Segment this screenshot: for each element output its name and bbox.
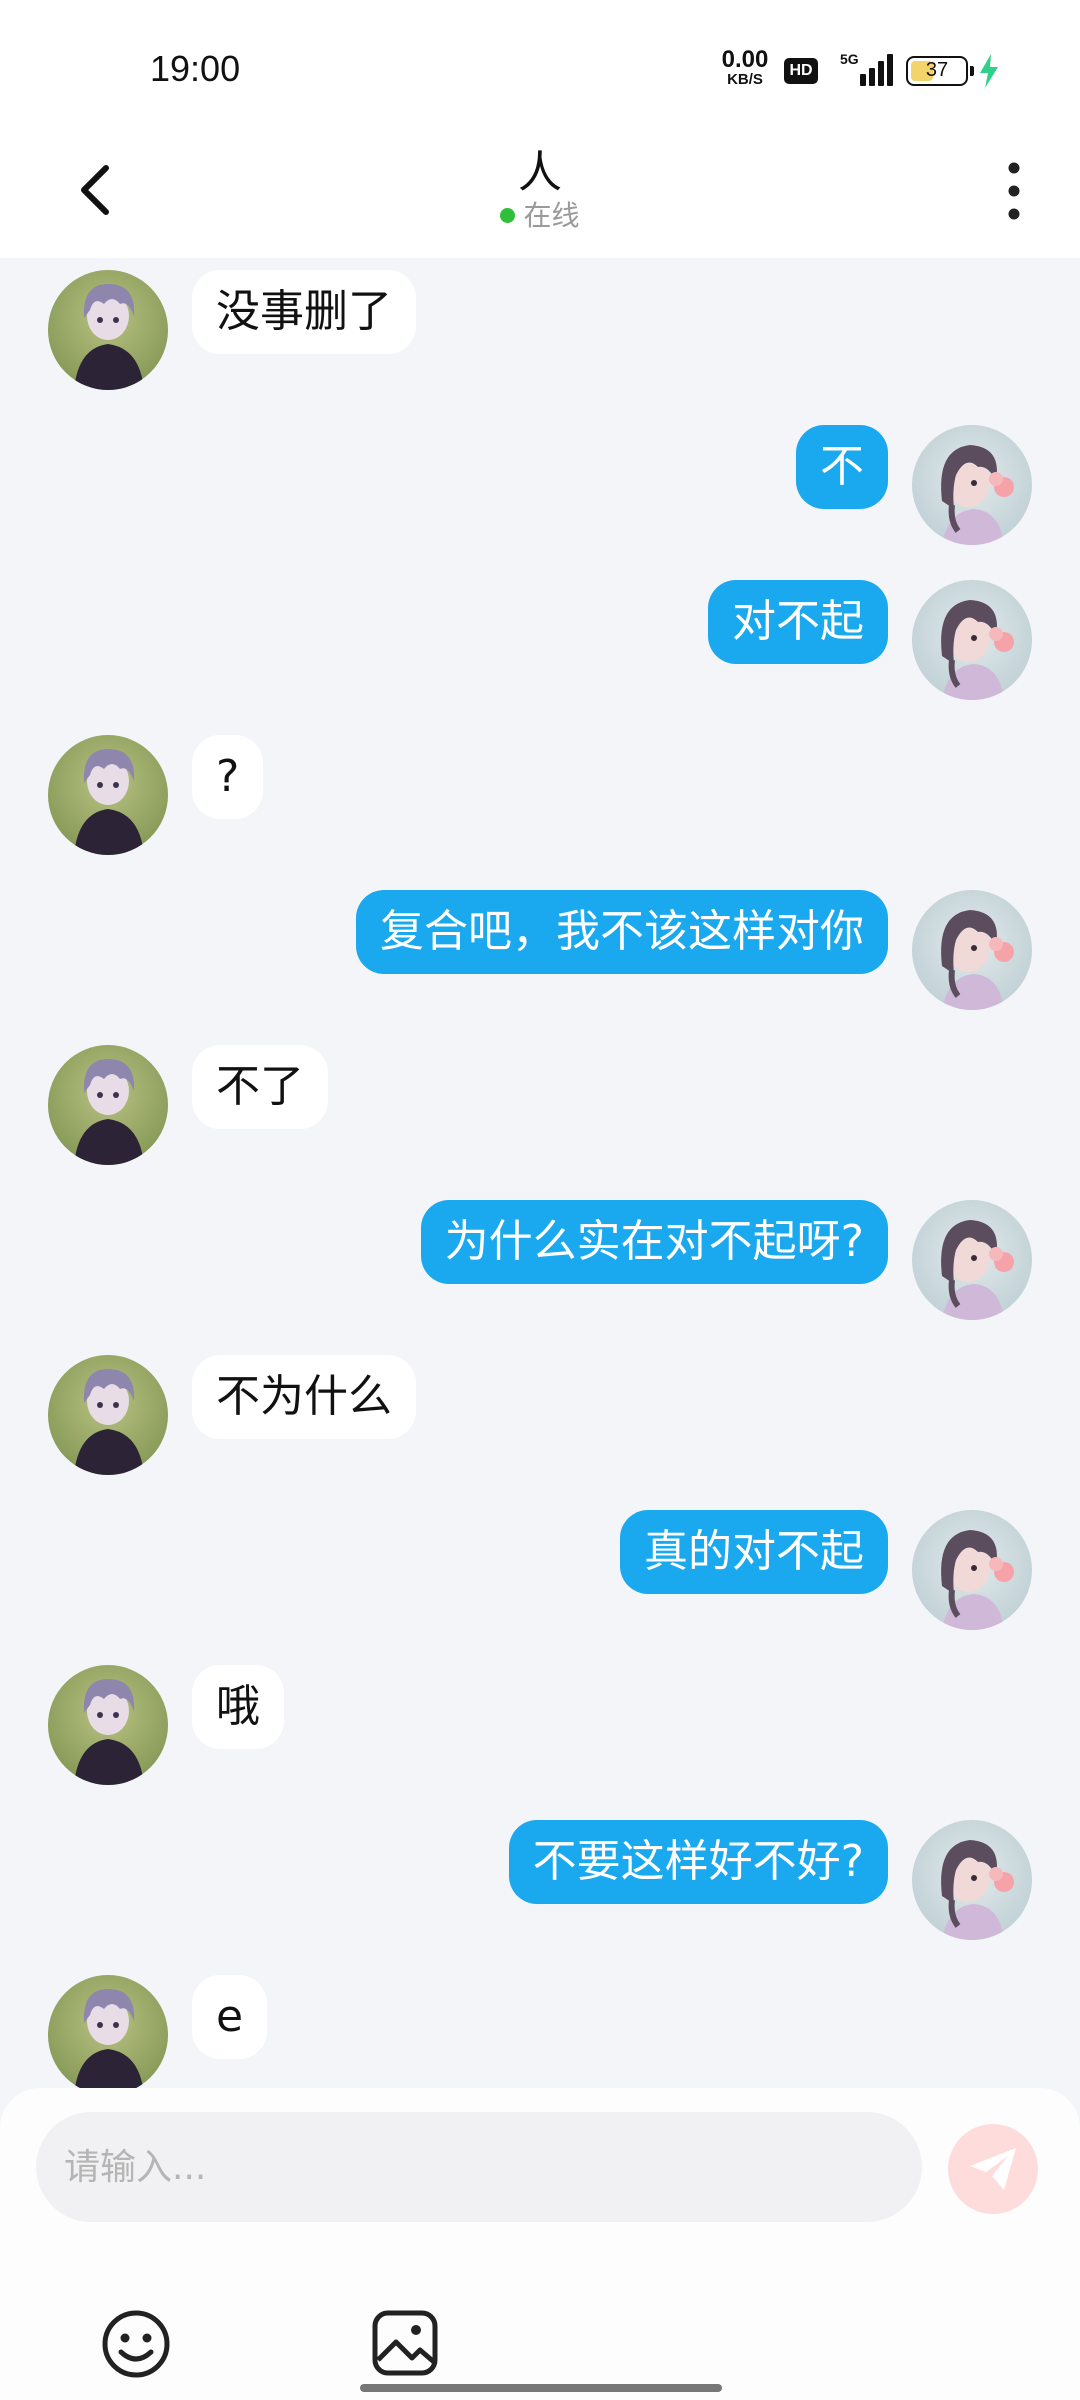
charging-bolt-icon xyxy=(980,54,998,88)
chat-header: 人 在线 xyxy=(0,130,1080,258)
message-bubble[interactable]: 没事删了 xyxy=(192,270,416,354)
online-dot xyxy=(500,208,516,223)
contact-avatar[interactable] xyxy=(48,735,168,855)
outgoing-message: 对不起 xyxy=(0,580,1080,700)
message-bubble[interactable]: 不为什么 xyxy=(192,1355,416,1439)
contact-avatar[interactable] xyxy=(48,1975,168,2088)
contact-avatar[interactable] xyxy=(48,1045,168,1165)
message-bubble[interactable]: 不了 xyxy=(192,1045,328,1129)
message-bubble[interactable]: 哦 xyxy=(192,1665,284,1749)
my-avatar[interactable] xyxy=(912,580,1032,700)
online-status: 在线 xyxy=(0,194,1080,234)
outgoing-message: 不要这样好不好? xyxy=(0,1820,1080,1940)
battery-level: 37 xyxy=(925,59,949,81)
message-bubble[interactable]: 复合吧，我不该这样对你 xyxy=(356,890,888,974)
outgoing-message: 为什么实在对不起呀? xyxy=(0,1200,1080,1320)
message-input[interactable] xyxy=(36,2112,922,2222)
outgoing-message: 真的对不起 xyxy=(0,1510,1080,1630)
contact-avatar[interactable] xyxy=(48,270,168,390)
chat-message-list[interactable]: 没事删了 不 对不起 ? 复合吧，我不该这样对你 不了 为什么实在对不起呀? 不… xyxy=(0,258,1080,2088)
svg-text:5G: 5G xyxy=(840,51,859,67)
online-status-label: 在线 xyxy=(523,199,580,232)
message-composer xyxy=(0,2088,1080,2400)
send-button[interactable] xyxy=(948,2124,1038,2214)
my-avatar[interactable] xyxy=(912,1510,1032,1630)
status-time: 19:00 xyxy=(150,48,241,89)
my-avatar[interactable] xyxy=(912,890,1032,1010)
message-bubble[interactable]: 对不起 xyxy=(708,580,888,664)
home-indicator[interactable] xyxy=(360,2384,722,2392)
contact-avatar[interactable] xyxy=(48,1665,168,1785)
net-speed: 0.00 KB/S xyxy=(714,46,776,88)
message-bubble[interactable]: 真的对不起 xyxy=(620,1510,888,1594)
more-options-icon[interactable] xyxy=(996,156,1032,226)
my-avatar[interactable] xyxy=(912,1820,1032,1940)
my-avatar[interactable] xyxy=(912,1200,1032,1320)
message-bubble[interactable]: 为什么实在对不起呀? xyxy=(420,1200,888,1284)
message-bubble[interactable]: ? xyxy=(192,735,264,819)
incoming-message: 不了 xyxy=(0,1045,1080,1165)
net-speed-value: 0.00 xyxy=(721,46,769,73)
incoming-message: 没事删了 xyxy=(0,270,1080,390)
contact-name: 人 xyxy=(518,147,562,198)
my-avatar[interactable] xyxy=(912,425,1032,545)
image-icon[interactable] xyxy=(370,2308,440,2378)
incoming-message: e xyxy=(0,1975,1080,2088)
smiley-icon[interactable] xyxy=(100,2308,172,2380)
message-bubble[interactable]: 不要这样好不好? xyxy=(508,1820,888,1904)
net-speed-unit: KB/S xyxy=(727,71,763,88)
incoming-message: 不为什么 xyxy=(0,1355,1080,1475)
contact-avatar[interactable] xyxy=(48,1355,168,1475)
hd-badge: HD xyxy=(784,58,818,84)
incoming-message: ? xyxy=(0,735,1080,855)
signal-5g-icon: 5G xyxy=(840,51,893,86)
paper-plane-icon xyxy=(970,2148,1016,2190)
status-bar: 19:00 0.00 KB/S HD 5G 37 xyxy=(0,0,1080,130)
battery-icon: 37 xyxy=(906,56,974,86)
message-bubble[interactable]: 不 xyxy=(796,425,888,509)
outgoing-message: 不 xyxy=(0,425,1080,545)
message-bubble[interactable]: e xyxy=(192,1975,268,2059)
outgoing-message: 复合吧，我不该这样对你 xyxy=(0,890,1080,1010)
incoming-message: 哦 xyxy=(0,1665,1080,1785)
